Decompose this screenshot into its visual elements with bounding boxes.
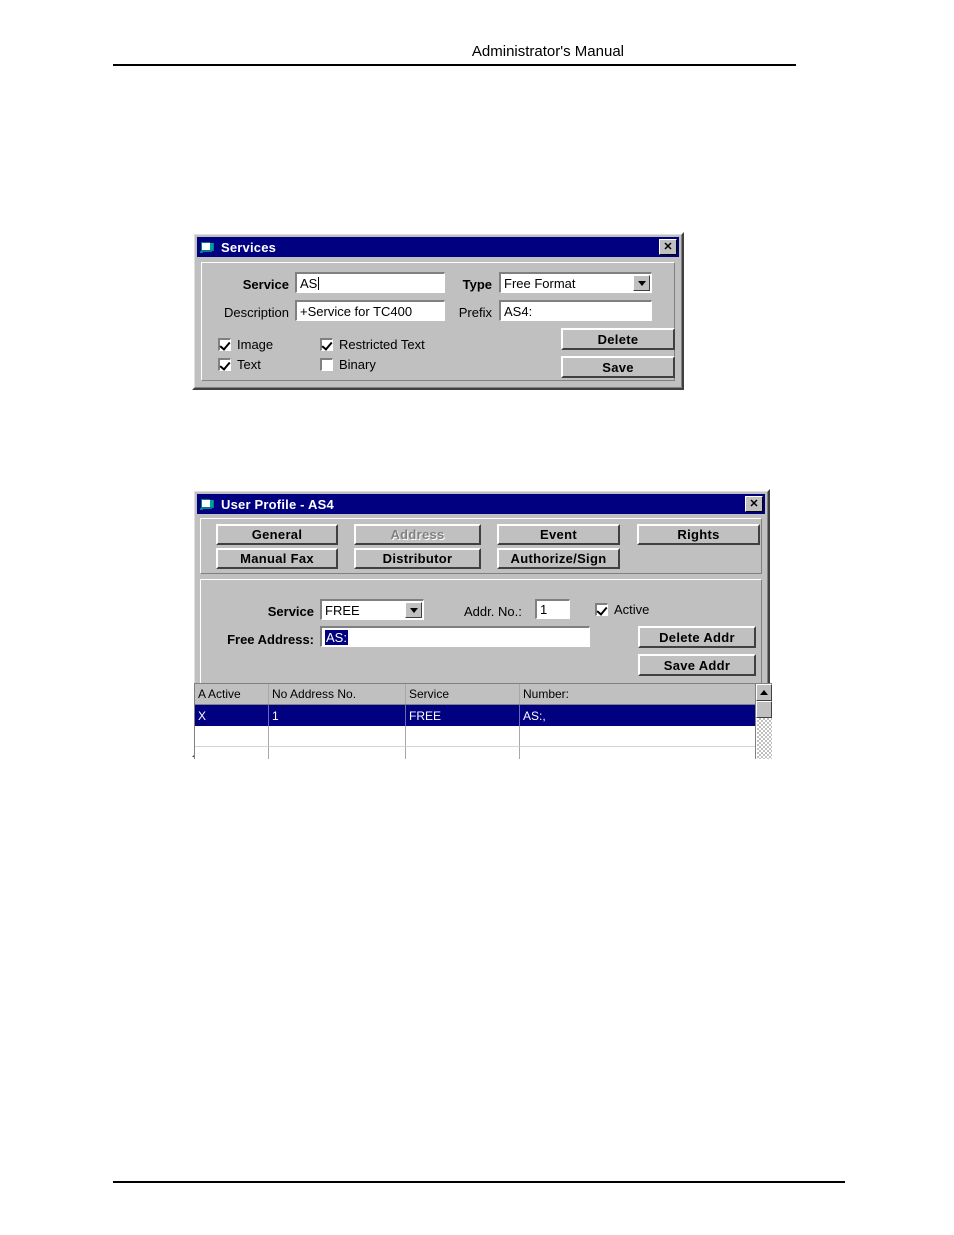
checkbox-binary-box[interactable] [320, 358, 333, 371]
grid-cell-number [520, 747, 756, 759]
grid-cell-service: FREE [406, 705, 520, 726]
type-combobox-value: Free Format [504, 275, 576, 291]
address-grid[interactable]: A Active No Address No. Service Number: … [194, 683, 772, 759]
page-header-rule [113, 64, 796, 66]
services-titlebar[interactable]: Services ✕ [197, 237, 679, 257]
grid-col-service[interactable]: Service [406, 684, 520, 704]
page-header-title: Administrator's Manual [471, 43, 624, 60]
grid-cell-service [406, 747, 520, 759]
checkbox-restricted-text[interactable]: Restricted Text [320, 338, 425, 351]
nav-button-address: Address [354, 524, 481, 545]
grid-cell-number: AS:, [520, 705, 756, 726]
service-input[interactable]: AS [295, 272, 445, 293]
services-title-text: Services [221, 239, 277, 255]
checkbox-binary-label: Binary [339, 357, 376, 372]
grid-col-a-active[interactable]: A Active [195, 684, 269, 704]
checkbox-active-label: Active [614, 602, 650, 617]
checkbox-text-label: Text [237, 357, 261, 372]
grid-col-no-address-no[interactable]: No Address No. [269, 684, 406, 704]
document-window-icon [200, 497, 216, 511]
service-input-value: AS [300, 275, 318, 291]
checkbox-active[interactable]: Active [595, 603, 649, 616]
addr-no-input-value: 1 [540, 602, 548, 617]
scrollbar-thumb[interactable] [756, 701, 772, 718]
grid-cell-address-no [269, 726, 406, 747]
addr-no-label: Addr. No.: [464, 604, 522, 619]
profile-service-label: Service [267, 604, 314, 619]
save-addr-button[interactable]: Save Addr [638, 654, 756, 676]
free-address-input-value: AS: [325, 629, 348, 645]
user-profile-title-text: User Profile - AS4 [221, 496, 334, 512]
checkbox-text-box[interactable] [218, 358, 231, 371]
checkbox-restricted-text-label: Restricted Text [339, 337, 425, 352]
chevron-down-icon[interactable] [405, 602, 422, 618]
delete-addr-button[interactable]: Delete Addr [638, 626, 756, 648]
page-header: Administrator's Manual [113, 40, 796, 66]
grid-cell-address-no [269, 747, 406, 759]
free-address-input[interactable]: AS: [320, 626, 590, 647]
nav-button-event[interactable]: Event [497, 524, 620, 545]
chevron-down-icon[interactable] [633, 275, 650, 291]
close-icon[interactable]: ✕ [659, 239, 677, 255]
grid-cell-a-active [195, 747, 269, 759]
text-caret [318, 276, 320, 290]
grid-cell-service [406, 726, 520, 747]
user-profile-titlebar[interactable]: User Profile - AS4 ✕ [197, 494, 765, 514]
grid-cell-address-no: 1 [269, 705, 406, 726]
grid-cell-a-active [195, 726, 269, 747]
description-input[interactable]: +Service for TC400 [295, 300, 445, 321]
table-row[interactable]: X 1 FREE AS:, [195, 705, 772, 726]
nav-button-general[interactable]: General [216, 524, 338, 545]
grid-cell-a-active: X [195, 705, 269, 726]
addr-no-input[interactable]: 1 [535, 599, 570, 619]
nav-button-authorize-sign[interactable]: Authorize/Sign [497, 548, 620, 569]
description-input-value: +Service for TC400 [300, 303, 413, 319]
triangle-up-icon[interactable] [756, 684, 772, 701]
type-label: Type [462, 277, 492, 292]
nav-button-rights[interactable]: Rights [637, 524, 760, 545]
free-address-label: Free Address: [227, 632, 314, 647]
scrollbar-track[interactable] [757, 718, 772, 759]
prefix-label: Prefix [458, 305, 492, 320]
nav-button-manual-fax[interactable]: Manual Fax [216, 548, 338, 569]
delete-button[interactable]: Delete [561, 328, 675, 350]
checkbox-image[interactable]: Image [218, 338, 273, 351]
prefix-input-value: AS4: [504, 303, 533, 319]
profile-service-combobox-value: FREE [325, 602, 360, 618]
table-row[interactable] [195, 726, 772, 747]
services-dialog: Services ✕ Service AS Description +Servi… [192, 232, 684, 390]
page-footer-rule [113, 1181, 845, 1183]
type-combobox[interactable]: Free Format [499, 272, 652, 293]
prefix-input[interactable]: AS4: [499, 300, 652, 321]
grid-header-row: A Active No Address No. Service Number: [195, 684, 772, 705]
user-profile-dialog: User Profile - AS4 ✕ General Address Eve… [192, 489, 772, 759]
nav-button-distributor[interactable]: Distributor [354, 548, 481, 569]
grid-col-number[interactable]: Number: [520, 684, 756, 704]
checkbox-image-label: Image [237, 337, 274, 352]
table-row[interactable] [195, 747, 772, 759]
checkbox-text[interactable]: Text [218, 358, 261, 371]
description-label: Description [223, 305, 289, 320]
grid-scrollbar[interactable] [755, 684, 772, 759]
checkbox-image-box[interactable] [218, 338, 231, 351]
profile-service-combobox[interactable]: FREE [320, 599, 424, 620]
checkbox-restricted-text-box[interactable] [320, 338, 333, 351]
service-label: Service [242, 277, 289, 292]
checkbox-binary[interactable]: Binary [320, 358, 376, 371]
checkbox-active-box[interactable] [595, 603, 608, 616]
grid-cell-number [520, 726, 756, 747]
document-window-icon [200, 240, 216, 254]
close-icon[interactable]: ✕ [745, 496, 763, 512]
save-button[interactable]: Save [561, 356, 675, 378]
